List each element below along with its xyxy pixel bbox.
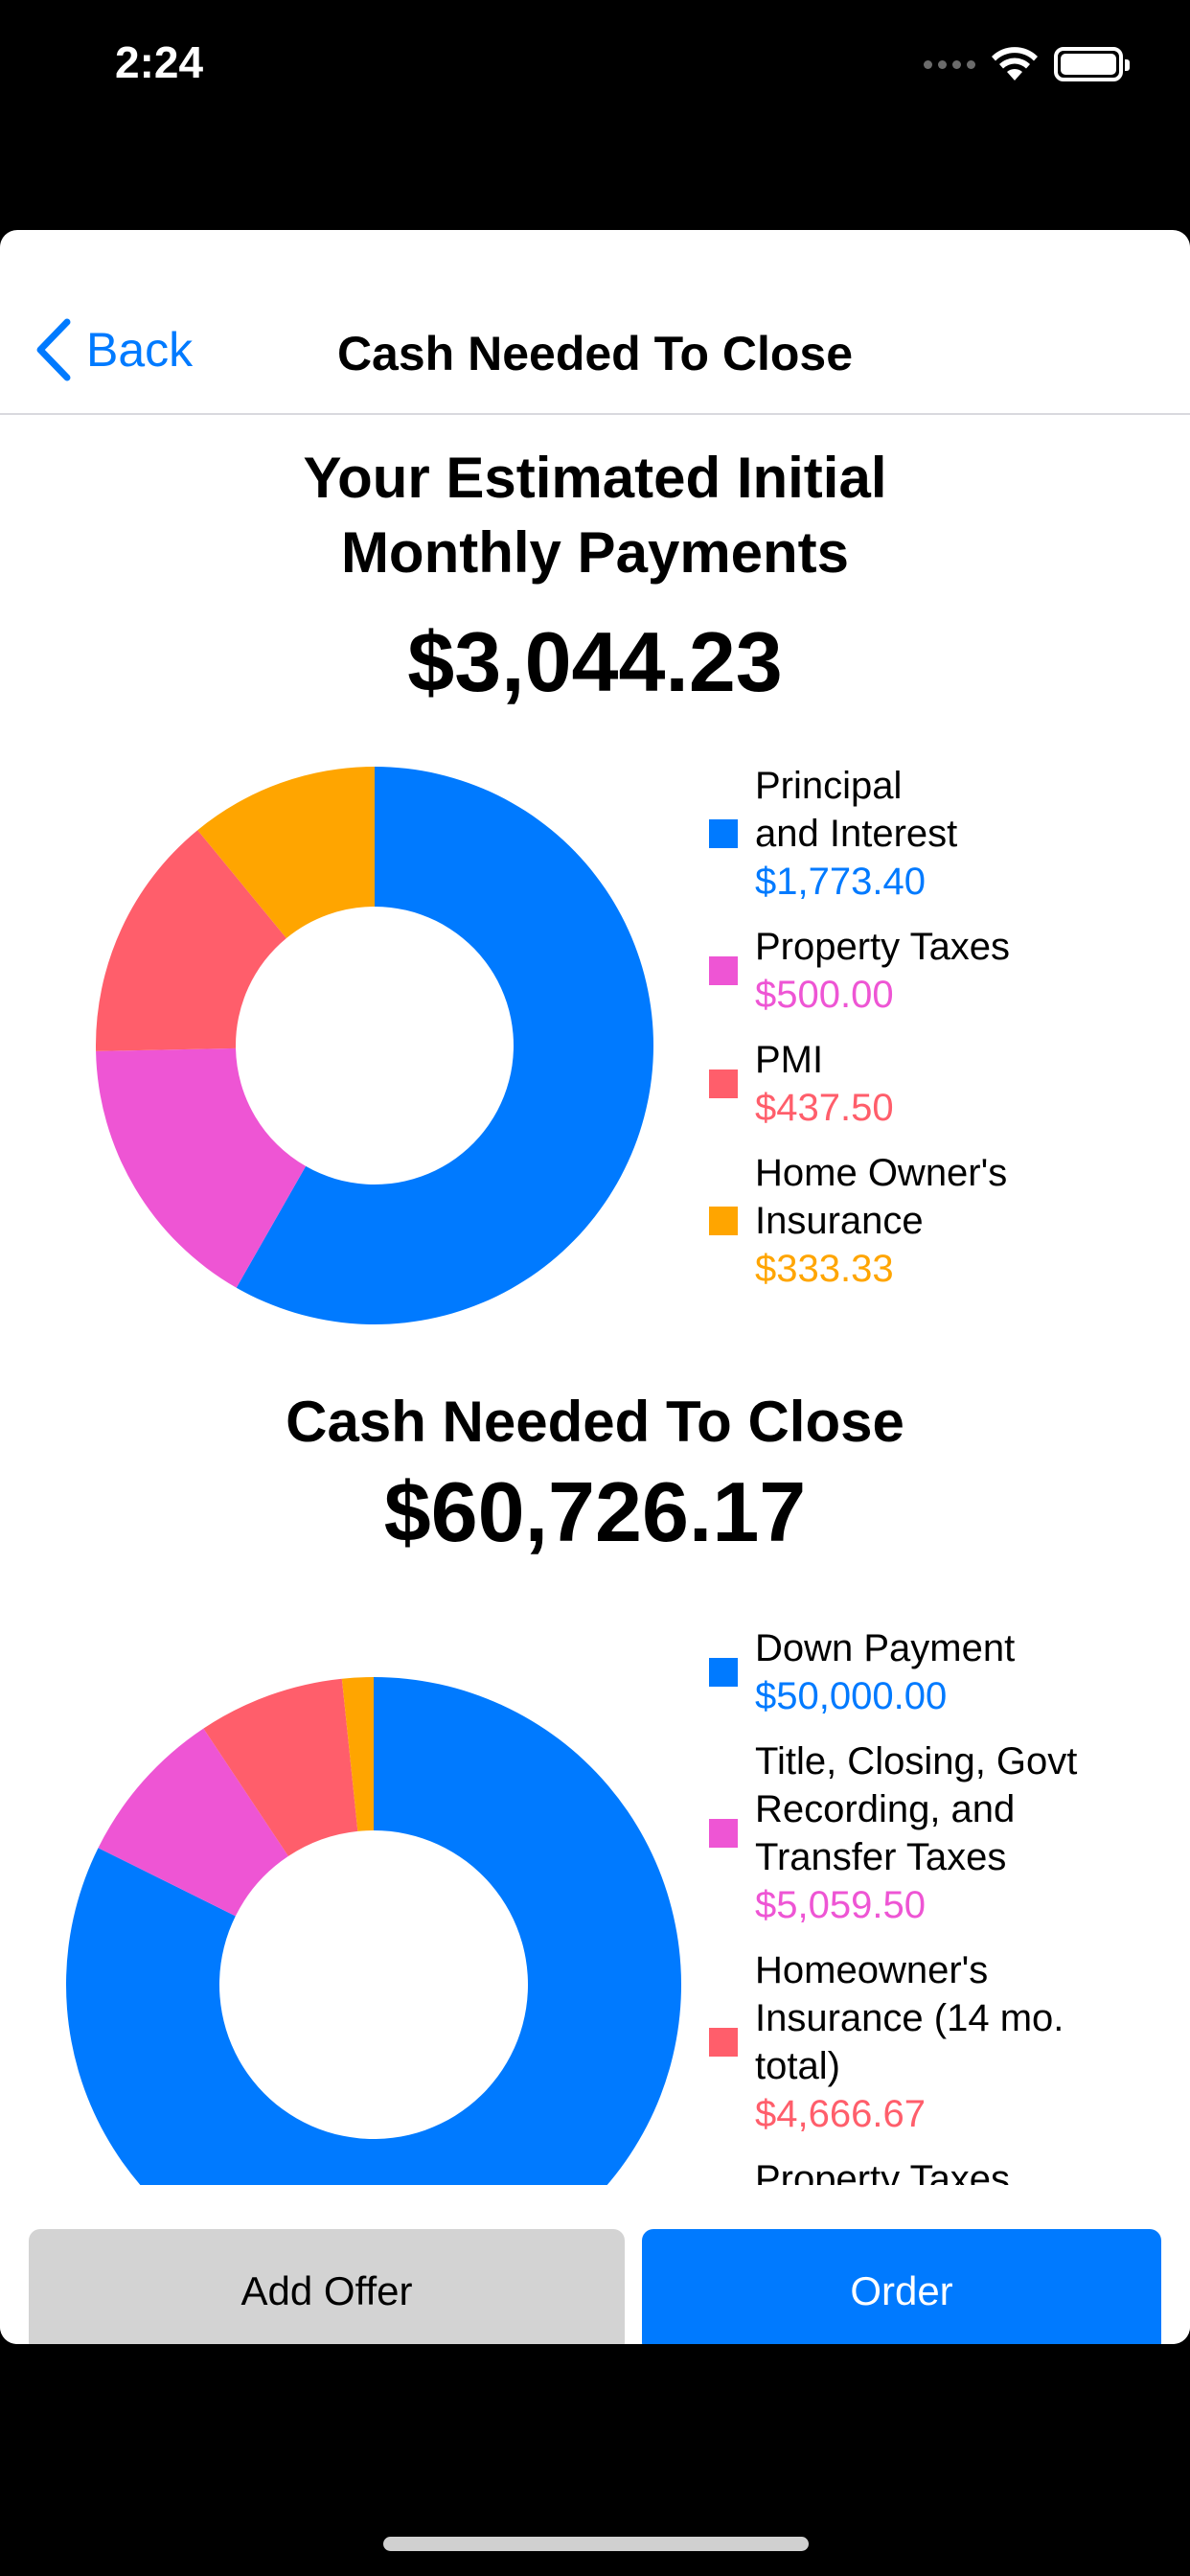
closing-legend-item: Down Payment $50,000.00 <box>709 1624 1188 1720</box>
cash-needed-sheet: Back Cash Needed To Close Your Estimated… <box>0 230 1190 2344</box>
cellular-signal-icon <box>924 59 975 69</box>
monthly-donut-chart <box>96 767 653 1324</box>
add-offer-button[interactable]: Add Offer <box>29 2229 625 2344</box>
legend-label: Transfer Taxes <box>755 1836 1007 1878</box>
legend-label: Property Taxes <box>755 2158 1011 2185</box>
legend-label: Homeowner's <box>755 1949 989 1991</box>
wifi-icon <box>992 47 1038 80</box>
monthly-legend-item: PMI $437.50 <box>709 1036 1188 1132</box>
legend-label: Home Owner's <box>755 1152 1008 1194</box>
legend-label: total) <box>755 2045 840 2087</box>
monthly-title-line1: Your Estimated Initial <box>303 446 887 510</box>
legend-label: Insurance <box>755 1200 924 1242</box>
legend-swatch <box>709 1070 738 1098</box>
legend-value: $500.00 <box>755 974 894 1016</box>
legend-label: Property Taxes <box>755 926 1011 968</box>
legend-value: $4,666.67 <box>755 2093 926 2135</box>
status-bar: 2:24 <box>0 0 1190 134</box>
legend-value: $1,773.40 <box>755 861 926 903</box>
monthly-title: Your Estimated Initial Monthly Payments <box>0 441 1190 590</box>
monthly-legend: Principal and Interest $1,773.40 Property T… <box>709 762 1188 1310</box>
legend-label: PMI <box>755 1039 824 1081</box>
closing-donut-chart <box>66 1677 681 2185</box>
legend-swatch <box>709 956 738 985</box>
closing-legend: Down Payment $50,000.00 Title, Closing, Go… <box>709 1624 1188 2185</box>
legend-value: $437.50 <box>755 1087 894 1129</box>
status-icons <box>924 46 1130 82</box>
legend-label: Principal <box>755 765 903 807</box>
legend-label: Insurance (14 mo. <box>755 1997 1064 2039</box>
legend-label: Title, Closing, Govt <box>755 1740 1078 1782</box>
closing-amount: $60,726.17 <box>383 1464 807 1559</box>
legend-swatch <box>709 1207 738 1235</box>
nav-title: Cash Needed To Close <box>336 327 854 380</box>
legend-swatch <box>709 1819 738 1848</box>
order-button[interactable]: Order <box>642 2229 1161 2344</box>
closing-legend-item: Property Taxes$1,000.00 <box>709 2155 1188 2185</box>
navigation-bar: Back Cash Needed To Close <box>0 230 1190 415</box>
closing-legend-item: Title, Closing, Govt Recording, and Transf… <box>709 1737 1188 1929</box>
monthly-title-line2: Monthly Payments <box>340 520 850 585</box>
scroll-content[interactable]: Your Estimated Initial Monthly Payments … <box>0 417 1190 2185</box>
monthly-legend-item: Home Owner's Insurance $333.33 <box>709 1149 1188 1293</box>
legend-value: $50,000.00 <box>755 1675 948 1717</box>
legend-label: Down Payment <box>755 1627 1016 1669</box>
monthly-amount: $3,044.23 <box>407 614 783 709</box>
closing-title: Cash Needed To Close <box>286 1390 904 1454</box>
monthly-legend-item: Property Taxes $500.00 <box>709 923 1188 1019</box>
monthly-legend-item: Principal and Interest $1,773.40 <box>709 762 1188 906</box>
legend-label: Recording, and <box>755 1788 1016 1830</box>
home-indicator[interactable] <box>383 2537 809 2551</box>
bottom-action-bar: Add Offer Order <box>0 2185 1190 2344</box>
status-time: 2:24 <box>115 37 204 87</box>
legend-value: $5,059.50 <box>755 1884 926 1926</box>
legend-swatch <box>709 2028 738 2057</box>
legend-swatch <box>709 819 738 848</box>
legend-label: and Interest <box>755 813 958 855</box>
legend-value: $333.33 <box>755 1248 894 1290</box>
battery-icon <box>1054 47 1130 81</box>
closing-legend-item: Homeowner's Insurance (14 mo. total) $4,666… <box>709 1946 1188 2138</box>
legend-swatch <box>709 1658 738 1687</box>
